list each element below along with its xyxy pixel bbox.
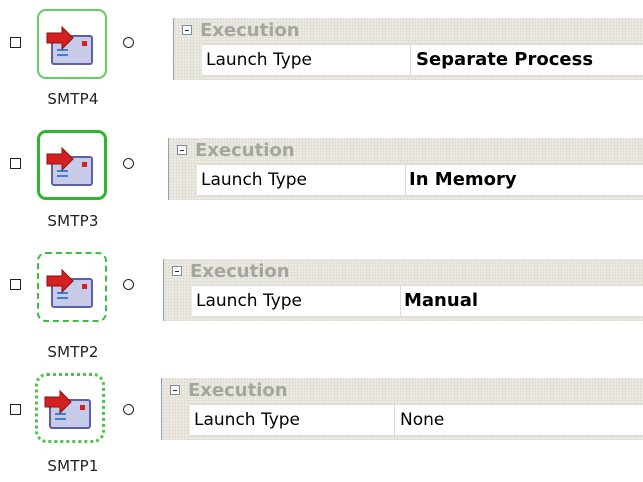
collapse-minus-icon[interactable] <box>170 385 180 395</box>
task-name: SMTP4 <box>47 90 99 108</box>
collapse-minus-icon[interactable] <box>177 145 187 155</box>
envelope-with-arrow-icon <box>46 146 93 186</box>
category-label: Execution <box>188 380 288 401</box>
output-port[interactable] <box>123 158 134 169</box>
category-header: Execution <box>174 18 643 44</box>
property-value[interactable]: Separate Process <box>416 49 593 70</box>
property-row[interactable]: Launch Type Separate Process <box>202 44 643 76</box>
envelope-with-arrow-icon <box>46 25 93 65</box>
task-name: SMTP3 <box>47 212 99 230</box>
task-row-smtp2: SMTP2 Execution Launch Type Manual <box>0 243 643 363</box>
property-name: Launch Type <box>206 50 313 70</box>
task-name: SMTP1 <box>47 457 99 475</box>
category-label: Execution <box>200 20 300 41</box>
input-port[interactable] <box>10 37 21 48</box>
column-divider <box>410 45 411 75</box>
task-name: SMTP2 <box>47 343 99 361</box>
output-port[interactable] <box>123 37 134 48</box>
property-value[interactable]: In Memory <box>409 169 517 190</box>
category-header: Execution <box>169 138 643 164</box>
property-name: Launch Type <box>201 170 308 190</box>
column-divider <box>405 165 406 195</box>
category-header: Execution <box>164 259 643 285</box>
property-grid: Execution Launch Type None <box>161 378 643 440</box>
property-name: Launch Type <box>196 291 303 311</box>
property-row[interactable]: Launch Type None <box>190 404 643 436</box>
output-port[interactable] <box>123 404 134 415</box>
category-label: Execution <box>190 261 290 282</box>
column-divider <box>400 286 401 316</box>
task-row-smtp4: SMTP4 Execution Launch Type Separate Pro… <box>0 0 643 120</box>
smtp1-task-node[interactable] <box>35 373 105 443</box>
input-port[interactable] <box>10 158 21 169</box>
input-port[interactable] <box>10 404 21 415</box>
envelope-with-arrow-icon <box>44 389 91 429</box>
category-header: Execution <box>162 378 643 404</box>
smtp4-task-node[interactable] <box>37 9 107 79</box>
task-row-smtp1: SMTP1 Execution Launch Type None <box>0 362 643 482</box>
column-divider <box>394 405 395 435</box>
envelope-with-arrow-icon <box>46 268 93 308</box>
property-row[interactable]: Launch Type In Memory <box>197 164 643 196</box>
output-port[interactable] <box>123 279 134 290</box>
collapse-minus-icon[interactable] <box>182 25 192 35</box>
property-row[interactable]: Launch Type Manual <box>192 285 643 317</box>
property-name: Launch Type <box>194 410 301 430</box>
input-port[interactable] <box>10 279 21 290</box>
collapse-minus-icon[interactable] <box>172 266 182 276</box>
smtp3-task-node[interactable] <box>37 130 107 200</box>
property-grid: Execution Launch Type Manual <box>163 259 643 321</box>
property-value[interactable]: Manual <box>404 290 478 311</box>
property-grid: Execution Launch Type In Memory <box>168 138 643 200</box>
smtp2-task-node[interactable] <box>37 252 107 322</box>
property-grid: Execution Launch Type Separate Process <box>173 18 643 80</box>
property-value[interactable]: None <box>400 410 444 430</box>
category-label: Execution <box>195 140 295 161</box>
task-row-smtp3: SMTP3 Execution Launch Type In Memory <box>0 122 643 242</box>
